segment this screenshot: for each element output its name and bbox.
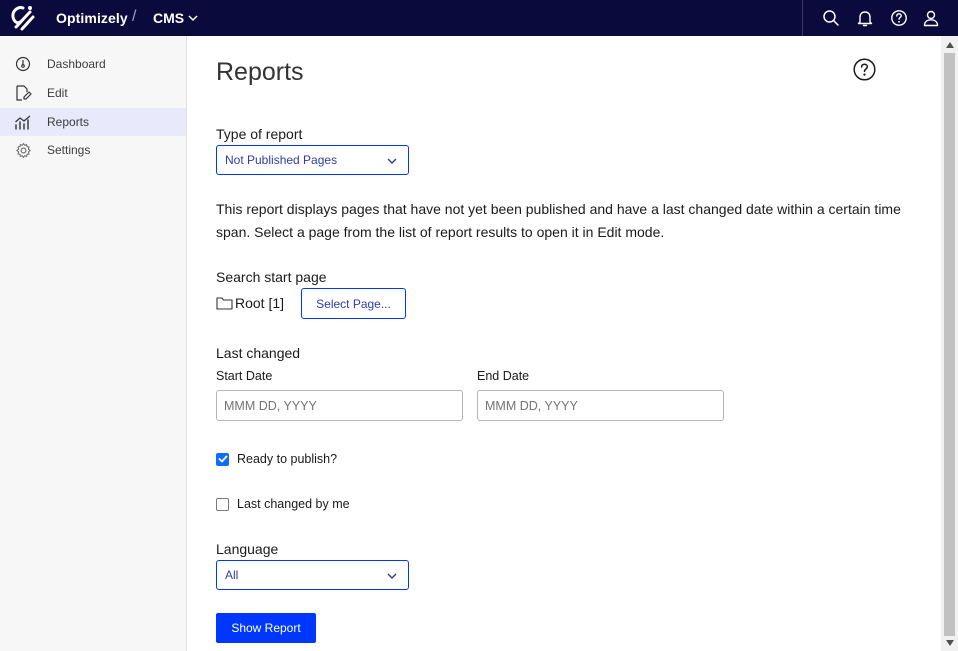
- sidebar-item-reports[interactable]: Reports: [0, 108, 186, 136]
- scroll-down-icon[interactable]: [945, 638, 954, 647]
- language-label: Language: [216, 541, 279, 557]
- help-circle-icon[interactable]: [853, 58, 876, 81]
- sidebar-item-label: Dashboard: [47, 57, 106, 71]
- chevron-down-icon: [387, 573, 397, 579]
- header-divider: [802, 0, 803, 36]
- end-date-input[interactable]: [477, 390, 724, 421]
- report-type-label: Type of report: [216, 126, 303, 142]
- language-select[interactable]: All: [216, 560, 409, 590]
- start-date-label: Start Date: [216, 369, 273, 383]
- vertical-scrollbar[interactable]: [941, 36, 958, 651]
- sidebar-item-dashboard[interactable]: Dashboard: [0, 50, 186, 78]
- ready-to-publish-checkbox[interactable]: [216, 452, 229, 466]
- end-date-label: End Date: [477, 369, 530, 383]
- settings-icon: [14, 141, 32, 159]
- report-description: This report displays pages that have not…: [216, 201, 901, 240]
- reports-icon: [14, 113, 32, 131]
- start-date-input[interactable]: [216, 390, 463, 421]
- sidebar-item-label: Reports: [47, 115, 90, 129]
- report-type-value: Not Published Pages: [225, 153, 338, 167]
- product-switcher[interactable]: CMS: [153, 10, 199, 26]
- start-page-label: Search start page: [216, 269, 327, 285]
- breadcrumb-separator: /: [132, 8, 137, 25]
- sidebar-item-settings[interactable]: Settings: [0, 136, 186, 164]
- chevron-down-icon: [387, 158, 397, 164]
- user-menu-button[interactable]: [921, 8, 941, 28]
- search-button[interactable]: [821, 8, 841, 28]
- scroll-up-icon[interactable]: [945, 40, 954, 49]
- sidebar-item-edit[interactable]: Edit: [0, 79, 186, 107]
- start-page-value: Root [1]: [216, 295, 284, 311]
- edit-icon: [14, 84, 32, 102]
- top-bar: Optimizely / CMS: [0, 0, 958, 36]
- changed-by-me-label: Last changed by me: [237, 497, 350, 511]
- user-icon: [923, 10, 939, 27]
- dashboard-icon: [14, 55, 32, 73]
- select-page-button[interactable]: Select Page...: [301, 288, 406, 319]
- last-changed-label: Last changed: [216, 345, 301, 361]
- folder-icon: [216, 297, 233, 310]
- bell-icon: [857, 11, 873, 27]
- brand-name[interactable]: Optimizely: [56, 10, 128, 26]
- chevron-down-icon: [188, 15, 198, 22]
- show-report-button[interactable]: Show Report: [216, 613, 316, 643]
- product-name: CMS: [153, 10, 185, 26]
- search-icon: [823, 10, 839, 26]
- optimizely-logo-icon[interactable]: [6, 3, 36, 33]
- help-button[interactable]: [889, 8, 909, 28]
- report-type-select[interactable]: Not Published Pages: [216, 145, 409, 175]
- ready-to-publish-label: Ready to publish?: [237, 452, 338, 466]
- start-page-name: Root [1]: [235, 295, 285, 311]
- sidebar: Dashboard Edit Reports Settings: [0, 36, 187, 651]
- changed-by-me-checkbox[interactable]: [216, 497, 229, 511]
- notifications-button[interactable]: [855, 8, 875, 28]
- help-icon: [891, 10, 907, 26]
- scrollbar-thumb[interactable]: [944, 53, 955, 636]
- page-title: Reports: [216, 58, 304, 86]
- changed-by-me-option[interactable]: Last changed by me: [216, 497, 350, 511]
- sidebar-item-label: Settings: [47, 143, 91, 157]
- language-value: All: [225, 568, 239, 582]
- ready-to-publish-option[interactable]: Ready to publish?: [216, 452, 337, 466]
- sidebar-item-label: Edit: [47, 86, 68, 100]
- checkmark-icon: [218, 455, 227, 463]
- main-content: Reports Type of report Not Published Pag…: [187, 36, 941, 651]
